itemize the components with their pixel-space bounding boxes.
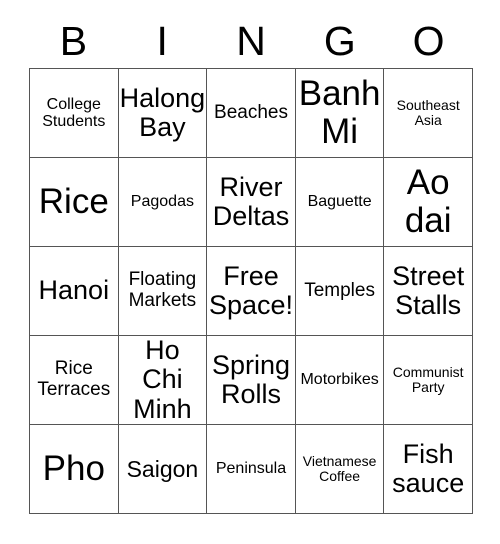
bingo-cell[interactable]: Saigon (118, 425, 208, 514)
bingo-cell[interactable]: College Students (30, 69, 119, 158)
bingo-cell[interactable]: Peninsula (207, 425, 296, 514)
bingo-cell[interactable]: Street Stalls (384, 247, 473, 336)
bingo-cell[interactable]: Motorbikes (295, 336, 385, 425)
bingo-grid: College Students Halong Bay Beaches Banh Mi… (29, 68, 473, 514)
bingo-cell-label: Baguette (307, 193, 372, 211)
bingo-cell-label: Free Space! (208, 260, 294, 320)
bingo-cell[interactable]: Hanoi (30, 247, 119, 336)
header-letter-g: G (323, 17, 356, 64)
bingo-cell-label: Street Stalls (392, 260, 465, 320)
bingo-cell[interactable]: Fish sauce (384, 425, 473, 514)
bingo-cell-label: Communist Party (392, 363, 464, 395)
bingo-cell-label: Beaches (214, 101, 288, 123)
bingo-cell-label: Pho (42, 449, 105, 489)
bingo-cell[interactable]: Southeast Asia (384, 69, 473, 158)
bingo-cell-label: Motorbikes (300, 371, 379, 389)
bingo-cell[interactable]: Floating Markets (118, 247, 208, 336)
bingo-cell[interactable]: Ho Chi Minh (118, 336, 208, 425)
bingo-cell[interactable]: Spring Rolls (207, 336, 296, 425)
bingo-cell[interactable]: Rice (30, 158, 119, 247)
bingo-cell[interactable]: Temples (295, 247, 385, 336)
bingo-cell-label: Vietnamese Coffee (302, 452, 377, 484)
bingo-card: B I N G O College Students Halong Bay Beac… (0, 0, 500, 544)
bingo-cell-label: Hanoi (38, 275, 110, 306)
bingo-cell-label: Peninsula (215, 460, 287, 478)
bingo-cell[interactable]: Vietnamese Coffee (295, 425, 385, 514)
bingo-cell[interactable]: Banh Mi (295, 69, 385, 158)
bingo-cell[interactable]: Beaches (207, 69, 296, 158)
bingo-cell-label: River Deltas (212, 171, 290, 231)
bingo-cell[interactable]: Free Space! (207, 247, 296, 336)
bingo-cell[interactable]: Pho (30, 425, 119, 514)
bingo-cell-label: Ao dai (404, 163, 452, 240)
bingo-cell-label: Ho Chi Minh (133, 336, 192, 424)
bingo-cell[interactable]: Ao dai (384, 158, 473, 247)
bingo-cell-label: Banh Mi (298, 74, 381, 151)
bingo-cell-label: Saigon (126, 455, 199, 482)
bingo-cell-label: Temples (304, 279, 375, 301)
header-letter-n: N (236, 17, 266, 64)
bingo-cell-label: Floating Markets (128, 269, 197, 311)
bingo-cell[interactable]: Rice Terraces (30, 336, 119, 425)
bingo-cell[interactable]: Pagodas (118, 158, 208, 247)
bingo-cell-label: Pagodas (130, 193, 194, 211)
bingo-cell-label: Halong Bay (119, 82, 206, 142)
bingo-cell[interactable]: Halong Bay (118, 69, 208, 158)
bingo-cell-label: Rice Terraces (37, 358, 111, 400)
bingo-cell-label: Rice (38, 182, 109, 222)
bingo-cell-label: Spring Rolls (211, 349, 291, 409)
bingo-cell[interactable]: Communist Party (384, 336, 473, 425)
header-letter-o: O (412, 17, 445, 64)
header-letter-b: B (59, 17, 88, 64)
bingo-cell[interactable]: River Deltas (207, 158, 296, 247)
bingo-cell-label: Southeast Asia (396, 96, 460, 128)
bingo-cell[interactable]: Baguette (295, 158, 385, 247)
bingo-cell-label: Fish sauce (392, 438, 465, 498)
bingo-cell-label: College Students (42, 95, 106, 130)
bingo-header: B I N G O (29, 14, 473, 68)
header-letter-i: I (156, 17, 168, 64)
